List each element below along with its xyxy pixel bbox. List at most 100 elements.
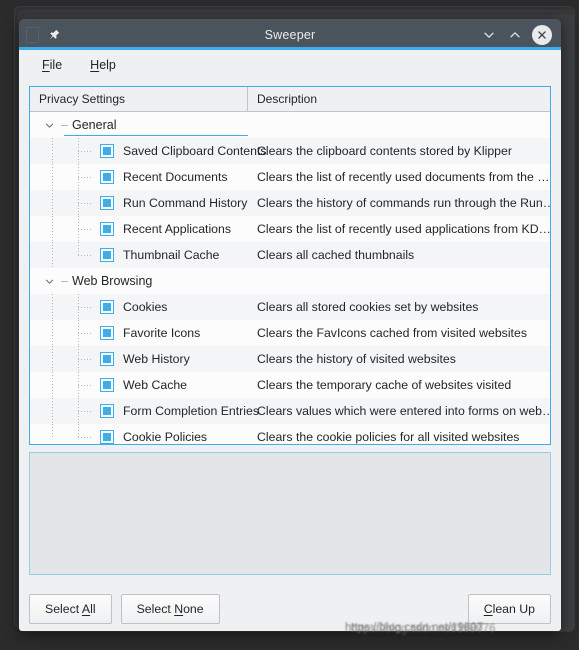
tree-horizontal-line xyxy=(78,385,91,386)
tree-vertical-line xyxy=(52,294,53,320)
tree-item-description: Clears the list of recently used documen… xyxy=(257,170,550,184)
chevron-down-icon[interactable] xyxy=(43,275,56,288)
tree-connector-lines xyxy=(30,190,108,216)
tree-connector-lines xyxy=(30,216,108,242)
tree-horizontal-line xyxy=(78,307,91,308)
tree-item-label: Favorite Icons xyxy=(123,326,201,340)
tree-vertical-stub xyxy=(78,216,79,242)
tree-horizontal-line xyxy=(78,177,91,178)
select-none-button[interactable]: Select None xyxy=(120,594,220,624)
item-checkbox[interactable] xyxy=(100,430,114,444)
tree-connector-lines xyxy=(30,294,108,320)
tree-item-row[interactable]: Form Completion Entries Clears values whi… xyxy=(30,398,550,424)
column-header-privacy-settings[interactable]: Privacy Settings xyxy=(30,87,248,111)
pin-icon[interactable] xyxy=(45,26,63,44)
tree-item-row[interactable]: Cookie Policies Clears the cookie policie… xyxy=(30,424,550,444)
tree-item-row[interactable]: Web History Clears the history of visited… xyxy=(30,346,550,372)
tree-item-row[interactable]: Web Cache Clears the temporary cache of w… xyxy=(30,372,550,398)
item-checkbox[interactable] xyxy=(100,248,114,262)
column-header-description[interactable]: Description xyxy=(248,87,550,111)
item-checkbox[interactable] xyxy=(100,404,114,418)
tree-item-description: Clears the history of commands run throu… xyxy=(257,196,550,210)
tree-connector-lines xyxy=(30,164,108,190)
item-checkbox[interactable] xyxy=(100,170,114,184)
checkbox-check-fill xyxy=(103,303,111,311)
tree-vertical-line xyxy=(52,164,53,190)
tree-item-label: Thumbnail Cache xyxy=(123,248,220,262)
tree-horizontal-line xyxy=(78,333,91,334)
tree-group-label: Web Browsing xyxy=(72,273,153,288)
tree-item-label: Cookie Policies xyxy=(123,430,208,444)
tree-vertical-stub xyxy=(78,372,79,398)
menu-help-accel: H xyxy=(90,57,100,72)
tree-connector-lines xyxy=(30,424,108,444)
tree-vertical-line xyxy=(52,216,53,242)
minimize-button[interactable] xyxy=(480,26,498,44)
tree-item-description: Clears the cookie policies for all visit… xyxy=(257,430,520,444)
close-button[interactable] xyxy=(532,24,552,45)
checkbox-check-fill xyxy=(103,199,111,207)
tree-item-cell: Form Completion Entries xyxy=(30,398,259,424)
item-checkbox[interactable] xyxy=(100,222,114,236)
item-checkbox[interactable] xyxy=(100,300,114,314)
item-checkbox[interactable] xyxy=(100,352,114,366)
item-checkbox[interactable] xyxy=(100,196,114,210)
tree-item-row[interactable]: Recent Documents Clears the list of recen… xyxy=(30,164,550,190)
tree-vertical-line xyxy=(52,346,53,372)
clean-up-button[interactable]: Clean Up xyxy=(467,594,551,624)
item-checkbox[interactable] xyxy=(100,144,114,158)
tree-vertical-stub xyxy=(78,190,79,216)
checkbox-check-fill xyxy=(103,147,111,155)
tree-vertical-stub xyxy=(78,424,79,437)
tree-horizontal-line xyxy=(78,255,91,256)
tree-vertical-line xyxy=(52,398,53,424)
item-checkbox[interactable] xyxy=(100,378,114,392)
tree-group-label: General xyxy=(72,117,117,132)
cleanup-log-panel[interactable] xyxy=(29,452,551,575)
tree-item-row[interactable]: Cookies Clears all stored cookies set by … xyxy=(30,294,550,320)
window-titlebar: Sweeper xyxy=(19,19,561,50)
tree-item-description: Clears all cached thumbnails xyxy=(257,248,415,262)
tree-item-row[interactable]: Saved Clipboard Contents Clears the clipb… xyxy=(30,138,550,164)
tree-connector-lines xyxy=(30,398,108,424)
maximize-button[interactable] xyxy=(506,26,524,44)
tree-item-description: Clears the clipboard contents stored by … xyxy=(257,144,512,158)
menu-file-rest: ile xyxy=(49,57,63,72)
tree-item-description: Clears all stored cookies set by website… xyxy=(257,300,479,314)
tree-item-cell: Saved Clipboard Contents xyxy=(30,138,267,164)
tree-vertical-stub xyxy=(78,294,79,320)
titlebar-left-controls xyxy=(19,26,63,44)
app-icon xyxy=(26,26,39,43)
tree-item-description: Clears the temporary cache of websites v… xyxy=(257,378,512,392)
tree-group-row[interactable]: Web Browsing xyxy=(30,268,550,294)
tree-item-label: Recent Applications xyxy=(123,222,232,236)
select-none-pre: Select xyxy=(136,602,175,616)
item-checkbox[interactable] xyxy=(100,326,114,340)
select-all-accel: A xyxy=(81,602,91,616)
tree-horizontal-line xyxy=(78,229,91,230)
menu-item-file[interactable]: File xyxy=(30,54,74,76)
tree-item-row[interactable]: Favorite Icons Clears the FavIcons cached… xyxy=(30,320,550,346)
tree-connector-lines xyxy=(30,242,108,268)
tree-item-row[interactable]: Recent Applications Clears the list of re… xyxy=(30,216,550,242)
tree-item-label: Form Completion Entries xyxy=(123,404,259,418)
privacy-settings-treeview[interactable]: Privacy Settings Description General Save… xyxy=(29,86,551,445)
tree-group-row[interactable]: General xyxy=(30,112,550,138)
tree-item-row[interactable]: Run Command History Clears the history of… xyxy=(30,190,550,216)
tree-vertical-stub xyxy=(78,398,79,424)
clean-up-post: lean Up xyxy=(492,602,535,616)
select-all-button[interactable]: Select All xyxy=(29,594,112,624)
tree-vertical-line xyxy=(52,138,53,164)
chevron-down-icon[interactable] xyxy=(43,119,56,132)
tree-connector-lines xyxy=(30,346,108,372)
screen-root: Sweeper File Help Privacy Settings Descr… xyxy=(0,0,579,650)
select-all-pre: Select xyxy=(45,602,82,616)
tree-item-row[interactable]: Thumbnail Cache Clears all cached thumbna… xyxy=(30,242,550,268)
menu-item-help[interactable]: Help xyxy=(78,54,128,76)
tree-horizontal-line xyxy=(78,437,91,438)
tree-group-description xyxy=(248,268,550,294)
tree-item-description: Clears values which were entered into fo… xyxy=(257,404,550,418)
checkbox-check-fill xyxy=(103,173,111,181)
tree-item-label: Saved Clipboard Contents xyxy=(123,144,267,158)
checkbox-check-fill xyxy=(103,433,111,441)
